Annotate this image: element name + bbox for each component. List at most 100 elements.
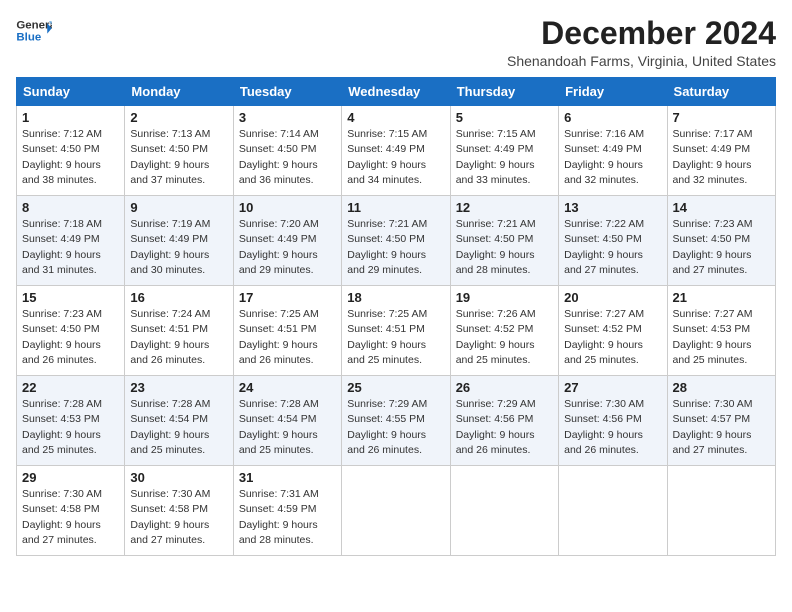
day-number: 26 xyxy=(456,380,553,395)
logo-icon: General Blue xyxy=(16,16,52,46)
day-info: Sunrise: 7:31 AMSunset: 4:59 PMDaylight:… xyxy=(239,488,319,546)
calendar-cell: 31 Sunrise: 7:31 AMSunset: 4:59 PMDaylig… xyxy=(233,466,341,556)
calendar-cell xyxy=(559,466,667,556)
day-info: Sunrise: 7:14 AMSunset: 4:50 PMDaylight:… xyxy=(239,128,319,186)
day-number: 10 xyxy=(239,200,336,215)
day-info: Sunrise: 7:30 AMSunset: 4:56 PMDaylight:… xyxy=(564,398,644,456)
calendar-week-row: 29 Sunrise: 7:30 AMSunset: 4:58 PMDaylig… xyxy=(17,466,776,556)
day-info: Sunrise: 7:29 AMSunset: 4:56 PMDaylight:… xyxy=(456,398,536,456)
calendar-cell: 30 Sunrise: 7:30 AMSunset: 4:58 PMDaylig… xyxy=(125,466,233,556)
calendar-cell: 24 Sunrise: 7:28 AMSunset: 4:54 PMDaylig… xyxy=(233,376,341,466)
calendar-cell: 4 Sunrise: 7:15 AMSunset: 4:49 PMDayligh… xyxy=(342,106,450,196)
day-info: Sunrise: 7:21 AMSunset: 4:50 PMDaylight:… xyxy=(456,218,536,276)
column-header-friday: Friday xyxy=(559,78,667,106)
calendar-week-row: 22 Sunrise: 7:28 AMSunset: 4:53 PMDaylig… xyxy=(17,376,776,466)
calendar-cell: 25 Sunrise: 7:29 AMSunset: 4:55 PMDaylig… xyxy=(342,376,450,466)
calendar-cell xyxy=(450,466,558,556)
column-header-thursday: Thursday xyxy=(450,78,558,106)
logo: General Blue xyxy=(16,16,52,46)
day-number: 18 xyxy=(347,290,444,305)
calendar-cell: 14 Sunrise: 7:23 AMSunset: 4:50 PMDaylig… xyxy=(667,196,775,286)
day-info: Sunrise: 7:15 AMSunset: 4:49 PMDaylight:… xyxy=(456,128,536,186)
day-info: Sunrise: 7:30 AMSunset: 4:58 PMDaylight:… xyxy=(22,488,102,546)
calendar-cell: 18 Sunrise: 7:25 AMSunset: 4:51 PMDaylig… xyxy=(342,286,450,376)
day-number: 27 xyxy=(564,380,661,395)
calendar-cell: 15 Sunrise: 7:23 AMSunset: 4:50 PMDaylig… xyxy=(17,286,125,376)
page-header: General Blue December 2024 Shenandoah Fa… xyxy=(16,16,776,69)
day-number: 8 xyxy=(22,200,119,215)
day-number: 19 xyxy=(456,290,553,305)
day-number: 22 xyxy=(22,380,119,395)
svg-text:General: General xyxy=(16,19,52,31)
day-info: Sunrise: 7:15 AMSunset: 4:49 PMDaylight:… xyxy=(347,128,427,186)
day-info: Sunrise: 7:25 AMSunset: 4:51 PMDaylight:… xyxy=(239,308,319,366)
day-info: Sunrise: 7:27 AMSunset: 4:52 PMDaylight:… xyxy=(564,308,644,366)
calendar-cell: 13 Sunrise: 7:22 AMSunset: 4:50 PMDaylig… xyxy=(559,196,667,286)
column-header-wednesday: Wednesday xyxy=(342,78,450,106)
day-info: Sunrise: 7:21 AMSunset: 4:50 PMDaylight:… xyxy=(347,218,427,276)
calendar-cell: 8 Sunrise: 7:18 AMSunset: 4:49 PMDayligh… xyxy=(17,196,125,286)
column-header-tuesday: Tuesday xyxy=(233,78,341,106)
calendar-cell: 12 Sunrise: 7:21 AMSunset: 4:50 PMDaylig… xyxy=(450,196,558,286)
calendar-cell: 10 Sunrise: 7:20 AMSunset: 4:49 PMDaylig… xyxy=(233,196,341,286)
day-info: Sunrise: 7:29 AMSunset: 4:55 PMDaylight:… xyxy=(347,398,427,456)
calendar-week-row: 8 Sunrise: 7:18 AMSunset: 4:49 PMDayligh… xyxy=(17,196,776,286)
day-number: 17 xyxy=(239,290,336,305)
calendar-cell xyxy=(667,466,775,556)
day-info: Sunrise: 7:27 AMSunset: 4:53 PMDaylight:… xyxy=(673,308,753,366)
calendar-table: SundayMondayTuesdayWednesdayThursdayFrid… xyxy=(16,77,776,556)
calendar-week-row: 15 Sunrise: 7:23 AMSunset: 4:50 PMDaylig… xyxy=(17,286,776,376)
day-info: Sunrise: 7:30 AMSunset: 4:58 PMDaylight:… xyxy=(130,488,210,546)
day-info: Sunrise: 7:20 AMSunset: 4:49 PMDaylight:… xyxy=(239,218,319,276)
calendar-cell: 7 Sunrise: 7:17 AMSunset: 4:49 PMDayligh… xyxy=(667,106,775,196)
title-block: December 2024 Shenandoah Farms, Virginia… xyxy=(507,16,776,69)
day-number: 5 xyxy=(456,110,553,125)
day-info: Sunrise: 7:28 AMSunset: 4:53 PMDaylight:… xyxy=(22,398,102,456)
day-number: 7 xyxy=(673,110,770,125)
calendar-cell: 5 Sunrise: 7:15 AMSunset: 4:49 PMDayligh… xyxy=(450,106,558,196)
day-info: Sunrise: 7:23 AMSunset: 4:50 PMDaylight:… xyxy=(22,308,102,366)
day-info: Sunrise: 7:17 AMSunset: 4:49 PMDaylight:… xyxy=(673,128,753,186)
day-info: Sunrise: 7:19 AMSunset: 4:49 PMDaylight:… xyxy=(130,218,210,276)
day-info: Sunrise: 7:25 AMSunset: 4:51 PMDaylight:… xyxy=(347,308,427,366)
svg-text:Blue: Blue xyxy=(16,32,41,44)
day-number: 6 xyxy=(564,110,661,125)
day-number: 24 xyxy=(239,380,336,395)
day-number: 11 xyxy=(347,200,444,215)
calendar-cell: 22 Sunrise: 7:28 AMSunset: 4:53 PMDaylig… xyxy=(17,376,125,466)
day-info: Sunrise: 7:13 AMSunset: 4:50 PMDaylight:… xyxy=(130,128,210,186)
day-info: Sunrise: 7:23 AMSunset: 4:50 PMDaylight:… xyxy=(673,218,753,276)
day-number: 15 xyxy=(22,290,119,305)
day-info: Sunrise: 7:28 AMSunset: 4:54 PMDaylight:… xyxy=(130,398,210,456)
calendar-cell: 2 Sunrise: 7:13 AMSunset: 4:50 PMDayligh… xyxy=(125,106,233,196)
calendar-cell: 20 Sunrise: 7:27 AMSunset: 4:52 PMDaylig… xyxy=(559,286,667,376)
calendar-cell: 23 Sunrise: 7:28 AMSunset: 4:54 PMDaylig… xyxy=(125,376,233,466)
column-header-sunday: Sunday xyxy=(17,78,125,106)
calendar-cell: 9 Sunrise: 7:19 AMSunset: 4:49 PMDayligh… xyxy=(125,196,233,286)
location: Shenandoah Farms, Virginia, United State… xyxy=(507,53,776,69)
day-number: 16 xyxy=(130,290,227,305)
calendar-cell: 28 Sunrise: 7:30 AMSunset: 4:57 PMDaylig… xyxy=(667,376,775,466)
calendar-cell: 1 Sunrise: 7:12 AMSunset: 4:50 PMDayligh… xyxy=(17,106,125,196)
calendar-header-row: SundayMondayTuesdayWednesdayThursdayFrid… xyxy=(17,78,776,106)
day-number: 21 xyxy=(673,290,770,305)
day-info: Sunrise: 7:26 AMSunset: 4:52 PMDaylight:… xyxy=(456,308,536,366)
day-number: 14 xyxy=(673,200,770,215)
day-info: Sunrise: 7:18 AMSunset: 4:49 PMDaylight:… xyxy=(22,218,102,276)
column-header-monday: Monday xyxy=(125,78,233,106)
day-number: 4 xyxy=(347,110,444,125)
calendar-cell: 27 Sunrise: 7:30 AMSunset: 4:56 PMDaylig… xyxy=(559,376,667,466)
day-number: 2 xyxy=(130,110,227,125)
day-number: 31 xyxy=(239,470,336,485)
column-header-saturday: Saturday xyxy=(667,78,775,106)
day-number: 12 xyxy=(456,200,553,215)
month-year: December 2024 xyxy=(507,16,776,51)
day-number: 20 xyxy=(564,290,661,305)
calendar-cell: 6 Sunrise: 7:16 AMSunset: 4:49 PMDayligh… xyxy=(559,106,667,196)
day-info: Sunrise: 7:28 AMSunset: 4:54 PMDaylight:… xyxy=(239,398,319,456)
day-number: 29 xyxy=(22,470,119,485)
day-number: 3 xyxy=(239,110,336,125)
day-info: Sunrise: 7:22 AMSunset: 4:50 PMDaylight:… xyxy=(564,218,644,276)
day-number: 13 xyxy=(564,200,661,215)
day-number: 25 xyxy=(347,380,444,395)
